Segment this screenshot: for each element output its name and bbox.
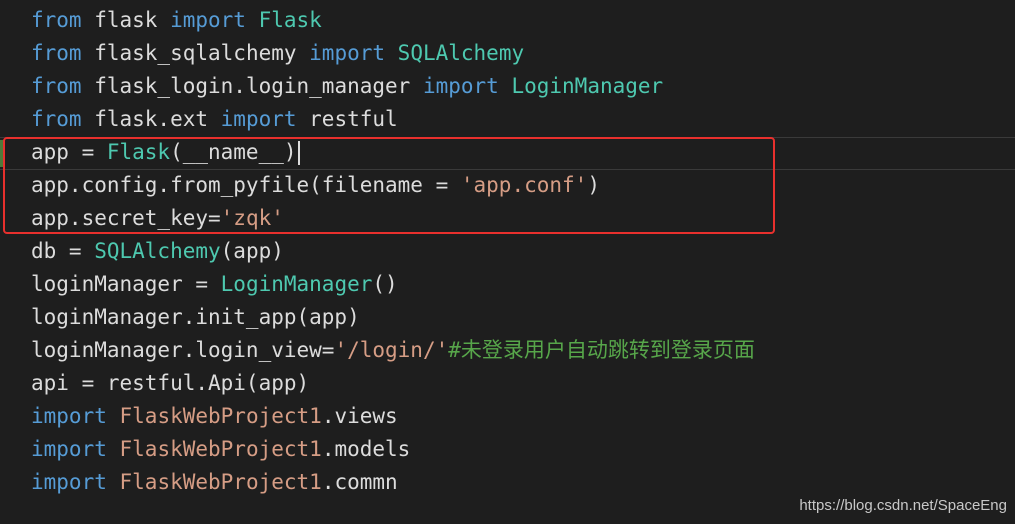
code-token: from	[31, 41, 82, 65]
code-token: import	[31, 470, 107, 494]
code-token: FlaskWebProject1	[119, 470, 322, 494]
code-line[interactable]: loginManager = LoginManager()	[31, 268, 1015, 301]
code-line[interactable]: from flask.ext import restful	[31, 103, 1015, 136]
code-line[interactable]: import FlaskWebProject1.models	[31, 433, 1015, 466]
code-token: '/login/'	[334, 338, 449, 362]
code-token: Flask	[258, 8, 322, 32]
code-token: import	[170, 8, 246, 32]
code-token: restful	[296, 107, 398, 131]
code-token: import	[422, 74, 499, 98]
code-line[interactable]: from flask_sqlalchemy import SQLAlchemy	[31, 37, 1015, 70]
code-token: api = restful.Api(app)	[31, 371, 310, 395]
code-token: import	[220, 107, 297, 131]
code-editor[interactable]: from flask import Flask from flask_sqlalc…	[0, 0, 1015, 524]
code-token: SQLAlchemy	[94, 239, 221, 263]
code-line[interactable]: api = restful.Api(app)	[31, 367, 1015, 400]
code-token: #未登录用户自动跳转到登录页面	[448, 338, 755, 362]
code-token: (app)	[220, 239, 284, 263]
code-token: loginManager.init_app(app)	[31, 305, 360, 329]
code-token: db =	[31, 239, 95, 263]
code-line[interactable]: db = SQLAlchemy(app)	[31, 235, 1015, 268]
code-line[interactable]: loginManager.init_app(app)	[31, 301, 1015, 334]
code-token: LoginManager	[511, 74, 664, 98]
code-token: .models	[321, 437, 411, 461]
code-token: SQLAlchemy	[397, 41, 525, 65]
code-token: .commn	[321, 470, 398, 494]
code-token: FlaskWebProject1	[119, 404, 322, 428]
code-line[interactable]: import FlaskWebProject1.views	[31, 400, 1015, 433]
code-line[interactable]: import FlaskWebProject1.commn	[31, 466, 1015, 499]
code-token: LoginManager	[220, 272, 373, 296]
code-token: import	[31, 404, 107, 428]
code-token: flask_sqlalchemy	[81, 41, 310, 65]
code-line[interactable]: from flask import Flask	[31, 4, 1015, 37]
code-token: import	[309, 41, 386, 65]
code-token: flask	[81, 8, 171, 32]
code-token: loginManager =	[31, 272, 221, 296]
code-line[interactable]: from flask_login.login_manager import Lo…	[31, 70, 1015, 103]
code-line[interactable]: loginManager.login_view='/login/'#未登录用户自…	[31, 334, 1015, 367]
code-token: flask.ext	[81, 107, 221, 131]
annotation-highlight-box	[3, 137, 775, 234]
watermark: https://blog.csdn.net/SpaceEng	[799, 497, 1007, 514]
code-token: from	[31, 74, 82, 98]
code-token: import	[31, 437, 107, 461]
code-token: from	[31, 107, 82, 131]
code-token: FlaskWebProject1	[119, 437, 322, 461]
code-token: ()	[372, 272, 398, 296]
code-token: loginManager.login_view=	[31, 338, 335, 362]
code-token: from	[31, 8, 82, 32]
code-token: .views	[321, 404, 398, 428]
code-token: flask_login.login_manager	[81, 74, 423, 98]
